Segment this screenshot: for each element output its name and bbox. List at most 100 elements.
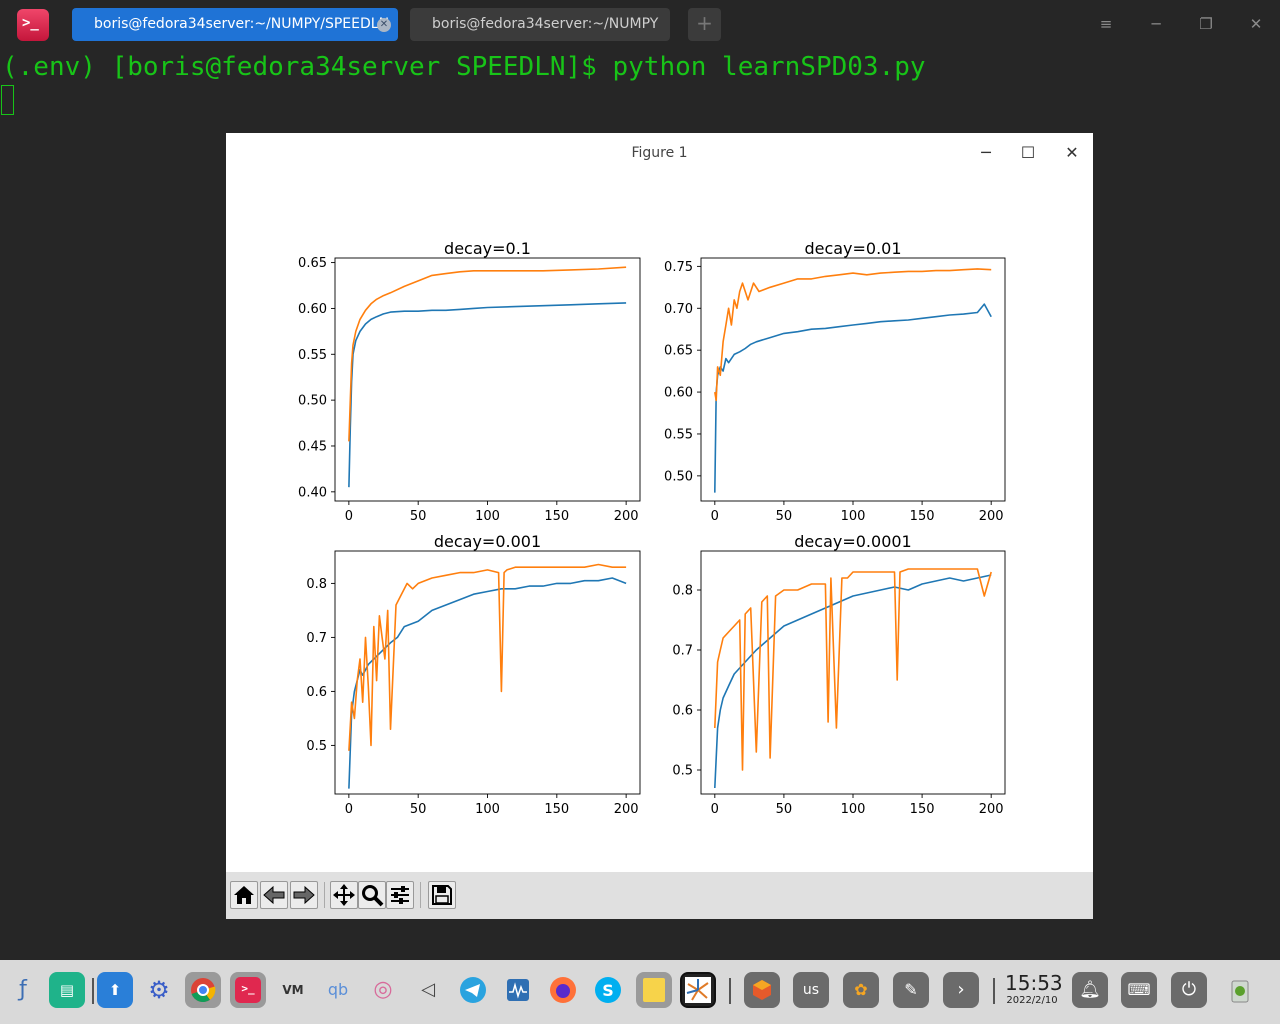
series-line-2	[714, 568, 992, 771]
series-line-1	[714, 574, 992, 789]
svg-text:S: S	[602, 981, 614, 1000]
subplot-1: 0 50 100 150 200 0.40 0.45 0.50 0.55 0.60 0.65 deca…	[298, 239, 641, 524]
series-line-2	[348, 563, 627, 751]
x-tick-label: 100	[841, 509, 866, 524]
x-tick-label: 200	[614, 802, 639, 817]
settings-gear-icon[interactable]: ⚙	[141, 972, 177, 1008]
maximize-icon[interactable]: ❐	[1196, 14, 1216, 34]
x-tick-label: 50	[776, 802, 793, 817]
y-tick-label: 0.8	[672, 584, 693, 599]
axes-frame	[334, 550, 641, 795]
y-tick-label: 0.7	[306, 631, 327, 646]
subplot-title: decay=0.0001	[794, 532, 911, 551]
save-icon[interactable]	[428, 881, 456, 909]
volume-icon[interactable]: ◁	[410, 972, 446, 1008]
notes-icon[interactable]	[636, 972, 672, 1008]
chrome-browser-icon[interactable]	[185, 972, 221, 1008]
pan-icon[interactable]	[330, 881, 358, 909]
matplotlib-figure-taskbar-icon[interactable]	[680, 972, 716, 1008]
y-tick-label: 0.40	[298, 485, 327, 500]
power-icon[interactable]: ⏻	[1171, 972, 1207, 1008]
tray-pen-icon[interactable]: ✎	[893, 972, 929, 1008]
y-tick-label: 0.45	[298, 439, 327, 454]
system-monitor-icon[interactable]	[500, 972, 536, 1008]
x-tick-label: 100	[475, 802, 500, 817]
axes-frame	[700, 550, 1006, 795]
taskbar-separator	[92, 978, 94, 1004]
x-tick-label: 100	[475, 509, 500, 524]
x-tick-label: 150	[910, 509, 935, 524]
tab-speedln[interactable]: boris@fedora34server:~/NUMPY/SPEEDLN	[72, 8, 398, 41]
media-player-icon[interactable]: ◎	[365, 972, 401, 1008]
keyboard-layout-indicator[interactable]: us	[793, 972, 829, 1008]
toolbar-separator	[420, 882, 421, 908]
toolbar-separator	[324, 882, 325, 908]
telegram-icon[interactable]	[455, 972, 491, 1008]
y-tick-label: 0.60	[664, 386, 693, 401]
x-tick-label: 200	[614, 509, 639, 524]
clock[interactable]: 15:53 2022/2/10	[1005, 971, 1063, 1008]
configure-subplots-icon[interactable]	[386, 881, 414, 909]
qbittorrent-icon[interactable]: qb	[320, 972, 356, 1008]
tray-app-icon[interactable]: ✿	[843, 972, 879, 1008]
home-icon[interactable]	[230, 881, 258, 909]
notification-bell-icon[interactable]: 🔔︎	[1072, 972, 1108, 1008]
new-tab-button[interactable]: +	[688, 8, 721, 41]
file-manager-icon[interactable]: ▤	[49, 972, 85, 1008]
clock-time: 15:53	[1005, 971, 1063, 995]
x-tick-label: 200	[979, 802, 1004, 817]
x-tick-label: 0	[345, 509, 353, 524]
close-icon[interactable]: ✕	[1246, 14, 1266, 34]
tab-numpy[interactable]: boris@fedora34server:~/NUMPY	[410, 8, 670, 41]
series-line-1	[348, 302, 627, 488]
matplotlib-toolbar	[226, 872, 1093, 919]
taskbar-separator	[993, 978, 995, 1004]
figure-close-icon[interactable]: ✕	[1062, 143, 1082, 163]
app-store-icon[interactable]: ⬆	[97, 972, 133, 1008]
series-line-2	[348, 266, 627, 442]
figure-window: Figure 1 ─ ☐ ✕ 0 50 100 150 200 0.40 0.45 0.50 0…	[226, 133, 1093, 919]
x-tick-label: 150	[544, 509, 569, 524]
menu-icon[interactable]: ≡	[1096, 14, 1116, 34]
subplot-3: 0 50 100 150 200 0.5 0.6 0.7 0.8 decay=0.001	[306, 532, 641, 817]
y-tick-label: 0.65	[664, 344, 693, 359]
terminal-taskbar-icon[interactable]: >_	[230, 972, 266, 1008]
y-tick-label: 0.60	[298, 302, 327, 317]
terminal-cursor	[1, 85, 14, 115]
x-tick-label: 0	[711, 509, 719, 524]
vm-manager-icon[interactable]: VM	[275, 972, 311, 1008]
firefox-icon[interactable]	[545, 972, 581, 1008]
taskbar: ƒ ▤ ⬆ ⚙ >_ VM qb ◎ ◁ S us ✿ ✎ › 15:53 20…	[0, 960, 1280, 1024]
figure-maximize-icon[interactable]: ☐	[1018, 143, 1038, 163]
axes-frame	[334, 257, 641, 502]
trash-icon[interactable]	[1222, 972, 1258, 1008]
y-tick-label: 0.5	[306, 739, 327, 754]
back-arrow-icon[interactable]	[260, 881, 288, 909]
x-tick-label: 50	[410, 509, 427, 524]
series-line-1	[714, 303, 992, 493]
figure-canvas: 0 50 100 150 200 0.40 0.45 0.5 0 0.55 0.60 0.65 deca…	[298, 239, 1006, 817]
figure-minimize-icon[interactable]: ─	[976, 143, 996, 163]
x-tick-label: 200	[979, 509, 1004, 524]
fedora-launcher-icon[interactable]: ƒ	[5, 972, 41, 1008]
forward-arrow-icon[interactable]	[290, 881, 318, 909]
y-tick-label: 0.5	[672, 764, 693, 779]
onscreen-keyboard-icon[interactable]: ⌨	[1121, 972, 1157, 1008]
tray-expand-icon[interactable]: ›	[943, 972, 979, 1008]
clock-date: 2022/2/10	[1006, 995, 1058, 1006]
x-tick-label: 50	[410, 802, 427, 817]
skype-icon[interactable]: S	[590, 972, 626, 1008]
subplot-4: 0 50 100 150 200 0.5 0.6 0.7 0.8 decay=0.0001	[672, 532, 1006, 817]
y-tick-label: 0.55	[664, 427, 693, 442]
tab-label: boris@fedora34server:~/NUMPY	[432, 16, 659, 32]
subplot-2: 0 50 100 150 200 0.50 0.55 0.60 0.65 0.70 0.75 deca…	[664, 239, 1006, 524]
y-tick-label: 0.55	[298, 348, 327, 363]
minimize-icon[interactable]: ─	[1146, 14, 1166, 34]
package-icon[interactable]	[744, 972, 780, 1008]
tab-label: boris@fedora34server:~/NUMPY/SPEEDLN	[94, 16, 390, 32]
subplot-title: decay=0.001	[434, 532, 541, 551]
series-line-2	[714, 268, 992, 402]
terminal-app-icon[interactable]: >_	[17, 9, 49, 41]
tab-close-icon[interactable]: ✕	[377, 18, 391, 32]
zoom-icon[interactable]	[358, 881, 386, 909]
